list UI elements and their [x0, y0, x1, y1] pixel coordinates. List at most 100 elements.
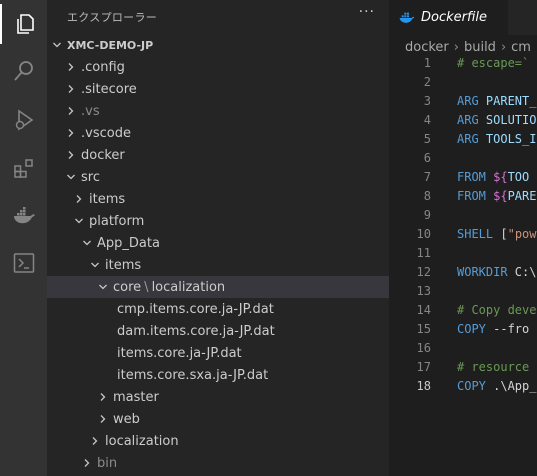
line-number: 4	[423, 113, 431, 127]
code-token: COPY	[457, 322, 494, 336]
folder-item[interactable]: .vscode	[47, 122, 389, 144]
terminal-button[interactable]	[0, 243, 47, 283]
tree-item-label: .vs	[81, 103, 100, 119]
sidebar-title: エクスプローラー	[67, 11, 158, 24]
code-line[interactable]: 17 # resource	[389, 360, 537, 379]
explorer-button[interactable]	[0, 4, 47, 44]
file-item[interactable]: items.core.sxa.ja-JP.dat	[47, 364, 389, 386]
line-number: 18	[416, 379, 431, 393]
editor-area: Dockerfile docker › build › cm 1 # escape…	[389, 0, 537, 476]
line-number: 11	[416, 246, 431, 260]
code-line[interactable]: 7 FROM ${TOO	[389, 170, 537, 189]
breadcrumb-item[interactable]: cm	[511, 40, 531, 55]
code-line[interactable]: 15 COPY --fro	[389, 322, 537, 341]
folder-item[interactable]: bin	[47, 452, 389, 474]
breadcrumb-item[interactable]: docker	[405, 40, 449, 55]
tree-item-label: docker	[81, 147, 125, 163]
code-line[interactable]: 4 ARG SOLUTIO	[389, 113, 537, 132]
folder-item[interactable]: docker	[47, 144, 389, 166]
code-line[interactable]: 2	[389, 75, 537, 94]
line-content	[431, 208, 457, 227]
code-line[interactable]: 16	[389, 341, 537, 360]
code-line[interactable]: 9	[389, 208, 537, 227]
file-item[interactable]: cmp.items.core.ja-JP.dat	[47, 298, 389, 320]
compact-folder-separator: \	[144, 279, 149, 295]
workspace-root[interactable]: XMC-DEMO-JP	[47, 34, 389, 56]
folder-item[interactable]: web	[47, 408, 389, 430]
code-line[interactable]: 8 FROM ${PARE	[389, 189, 537, 208]
file-item[interactable]: dam.items.core.ja-JP.dat	[47, 320, 389, 342]
docker-button[interactable]	[0, 196, 47, 236]
folder-item[interactable]: App_Data	[47, 232, 389, 254]
code-token: ARG	[457, 113, 486, 127]
code-token: FROM	[457, 170, 494, 184]
code-token: PARENT_	[485, 94, 537, 108]
folder-item[interactable]: .vs	[47, 100, 389, 122]
code-line[interactable]: 5 ARG TOOLS_I	[389, 132, 537, 151]
file-spacer	[103, 364, 115, 386]
line-content: COPY --fro	[431, 322, 529, 341]
code-line[interactable]: 13	[389, 284, 537, 303]
tree-item-label: items	[89, 191, 126, 207]
code-line[interactable]: 11	[389, 246, 537, 265]
folder-item[interactable]: core \ localization	[47, 276, 389, 298]
code-token: COPY	[457, 379, 494, 393]
folder-item[interactable]: master	[47, 386, 389, 408]
code-line[interactable]: 10 SHELL ["pow	[389, 227, 537, 246]
search-button[interactable]	[0, 51, 47, 91]
line-content: WORKDIR C:\	[431, 265, 536, 284]
code-token: # Copy deve	[457, 303, 537, 317]
breadcrumb: docker › build › cm	[405, 36, 531, 58]
chevron-right-icon	[63, 100, 79, 122]
tab-dockerfile[interactable]: Dockerfile	[389, 0, 508, 35]
line-content: # resource	[431, 360, 529, 379]
line-content	[431, 246, 457, 265]
tree-item-label: bin	[97, 455, 118, 471]
folder-item[interactable]: items	[47, 188, 389, 210]
code-token: SOLUTIO	[485, 113, 537, 127]
code-line[interactable]: 6	[389, 151, 537, 170]
folder-item[interactable]: src	[47, 166, 389, 188]
chevron-right-icon	[87, 430, 103, 452]
tree-item-label: platform	[89, 213, 145, 229]
line-number: 16	[416, 341, 431, 355]
code-line[interactable]: 18 COPY .\App_	[389, 379, 537, 398]
files-icon	[16, 14, 34, 34]
code-line[interactable]: 3 ARG PARENT_	[389, 94, 537, 113]
folder-item[interactable]: .config	[47, 56, 389, 78]
code-token: ${	[493, 170, 508, 184]
code-token: # resource	[457, 360, 530, 374]
code-token: ARG	[457, 132, 486, 146]
tree-item-label: dam.items.core.ja-JP.dat	[117, 323, 275, 339]
more-actions-button[interactable]: ···	[359, 4, 375, 20]
code-editor[interactable]: 1 # escape=` 2 3 ARG PARENT_ 4 ARG SOLUTIO 5 ARG…	[389, 56, 537, 398]
chevron-right-icon: ›	[453, 39, 459, 55]
folder-item[interactable]: platform	[47, 210, 389, 232]
tree-item-label: items.core.sxa.ja-JP.dat	[117, 367, 269, 383]
code-line[interactable]: 14 # Copy deve	[389, 303, 537, 322]
chevron-right-icon	[63, 122, 79, 144]
tree-item-label: .sitecore	[81, 81, 137, 97]
run-debug-button[interactable]	[0, 100, 47, 140]
extensions-button[interactable]	[0, 148, 47, 188]
file-item[interactable]: items.core.ja-JP.dat	[47, 342, 389, 364]
tree-item-label: localization	[151, 279, 226, 295]
file-tree: XMC-DEMO-JP .config .sitecore .vs .vscode doc…	[47, 34, 389, 474]
folder-item[interactable]: localization	[47, 430, 389, 452]
extensions-icon	[13, 159, 33, 178]
code-token: .\App_	[493, 379, 537, 393]
breadcrumb-item[interactable]: build	[464, 40, 496, 55]
tree-item-label: .vscode	[81, 125, 131, 141]
line-content: # escape=`	[431, 56, 529, 75]
chevron-down-icon	[79, 232, 95, 254]
docker-file-icon	[399, 12, 415, 23]
tree-item-label: src	[81, 169, 100, 185]
folder-item[interactable]: items	[47, 254, 389, 276]
code-line[interactable]: 12 WORKDIR C:\	[389, 265, 537, 284]
code-line[interactable]: 1 # escape=`	[389, 56, 537, 75]
file-spacer	[103, 320, 115, 342]
chevron-down-icon	[71, 210, 87, 232]
folder-item[interactable]: .sitecore	[47, 78, 389, 100]
run-debug-icon	[15, 109, 33, 131]
file-spacer	[103, 342, 115, 364]
